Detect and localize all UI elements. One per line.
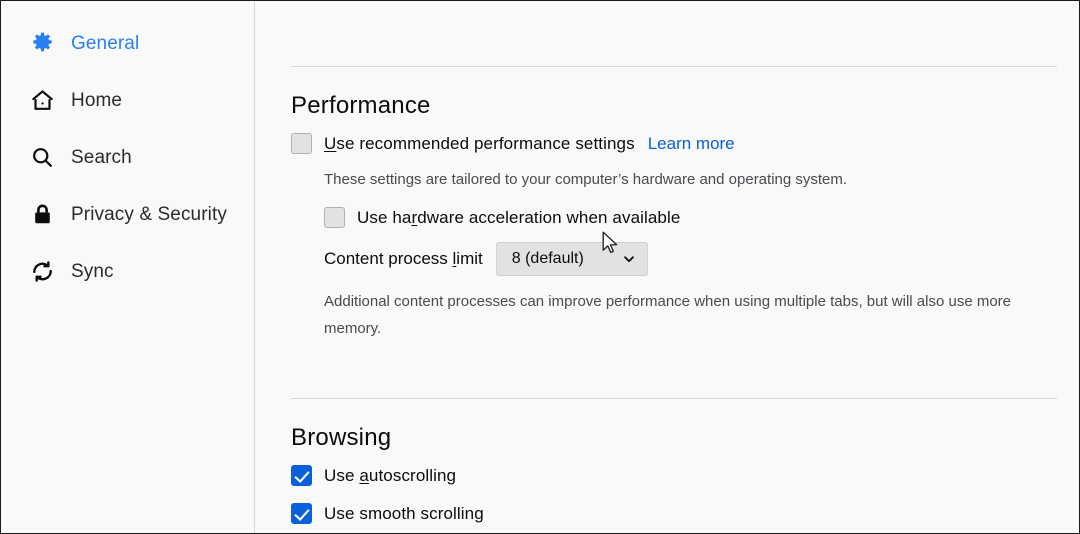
smooth-scrolling-row[interactable]: Use smooth scrolling [291,503,1067,524]
content-process-limit-value: 8 (default) [511,250,584,267]
gear-icon [27,31,57,56]
sidebar-item-privacy-security[interactable]: Privacy & Security [1,194,254,235]
performance-section-title: Performance [291,92,431,119]
sidebar-item-label: Home [71,90,123,111]
section-divider [291,398,1057,399]
settings-window: General Home Search Privacy & Security S… [0,0,1080,534]
sidebar-item-home[interactable]: Home [1,80,254,121]
sidebar-item-general[interactable]: General [1,23,254,64]
use-hardware-acceleration-checkbox[interactable] [324,207,345,228]
chevron-down-icon [622,252,636,266]
use-autoscrolling-label: Use autoscrolling [324,465,457,485]
sidebar-item-label: Sync [71,261,114,282]
content-process-description: Additional content processes can improve… [324,293,1012,337]
recommended-performance-description: These settings are tailored to your comp… [324,171,848,188]
sync-icon [27,259,57,284]
autoscrolling-row[interactable]: Use autoscrolling [291,465,1067,486]
home-icon [27,88,57,113]
settings-main-pane: Performance Use recommended performance … [255,1,1079,533]
use-smooth-scrolling-checkbox[interactable] [291,503,312,524]
sidebar-item-label: Search [71,147,132,168]
search-icon [27,145,57,170]
hardware-acceleration-row[interactable]: Use hardware acceleration when available [291,207,1067,228]
section-divider [291,66,1057,67]
sidebar-item-label: Privacy & Security [71,204,227,225]
lock-icon [27,202,57,227]
use-hardware-acceleration-label: Use hardware acceleration when available [357,207,681,227]
performance-section: Performance Use recommended performance … [291,92,1067,342]
learn-more-link[interactable]: Learn more [648,134,735,154]
use-recommended-performance-settings-label: Use recommended performance settings [324,133,635,153]
content-process-limit-dropdown[interactable]: 8 (default) [495,242,648,276]
use-smooth-scrolling-label: Use smooth scrolling [324,503,484,523]
browsing-section: Browsing Use autoscrolling Use smooth sc… [291,424,1067,524]
sidebar-item-sync[interactable]: Sync [1,251,254,292]
recommended-performance-row[interactable]: Use recommended performance settings Lea… [291,133,1067,154]
sidebar-item-search[interactable]: Search [1,137,254,178]
settings-sidebar: General Home Search Privacy & Security S… [1,1,255,533]
use-autoscrolling-checkbox[interactable] [291,465,312,486]
browsing-section-title: Browsing [291,424,392,451]
content-process-limit-row: Content process limit 8 (default) [324,242,1067,276]
content-process-limit-label: Content process limit [324,249,483,268]
use-recommended-performance-settings-checkbox[interactable] [291,133,312,154]
sidebar-item-label: General [71,33,140,54]
